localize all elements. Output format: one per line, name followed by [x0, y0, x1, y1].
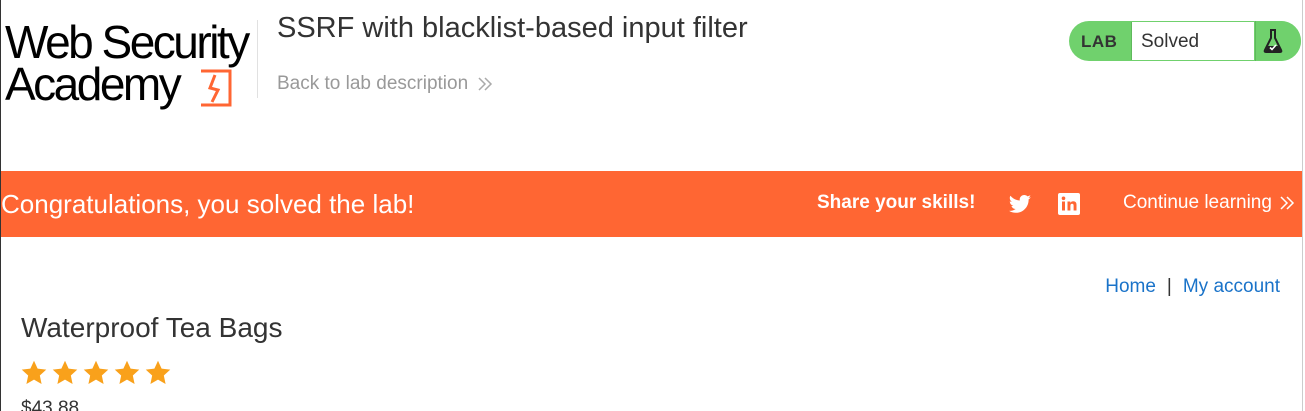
continue-learning-link[interactable]: Continue learning — [1123, 192, 1295, 214]
back-link-label: Back to lab description — [277, 73, 469, 94]
flask-icon — [1263, 29, 1283, 53]
academy-logo[interactable]: Web Security Academy — [5, 16, 251, 110]
lab-title: SSRF with blacklist-based input filter — [277, 12, 748, 44]
double-chevron-right-icon — [478, 77, 493, 91]
top-nav: Home | My account — [1105, 276, 1280, 298]
twitter-icon[interactable] — [1008, 192, 1032, 216]
product-title: Waterproof Tea Bags — [21, 312, 283, 343]
star-icon — [145, 360, 171, 384]
share-skills-label: Share your skills! — [817, 192, 976, 213]
my-account-link[interactable]: My account — [1183, 276, 1280, 297]
lab-status-value: Solved — [1141, 31, 1200, 52]
page: Web Security Academy SSRF with blacklist… — [0, 0, 1305, 411]
linkedin-icon[interactable] — [1057, 192, 1081, 216]
congratulations-message: Congratulations, you solved the lab! — [1, 189, 415, 219]
star-rating — [20, 359, 175, 387]
star-icon — [21, 360, 47, 384]
continue-learning-label: Continue learning — [1123, 192, 1272, 213]
lab-status-value-box: Solved — [1131, 22, 1254, 60]
logo-bolt-icon — [201, 69, 232, 107]
logo-line-2: Academy — [5, 58, 182, 110]
star-icon — [52, 360, 78, 384]
nav-separator: | — [1166, 276, 1172, 297]
star-icon — [114, 360, 140, 384]
star-icon — [83, 360, 109, 384]
product-price: $43.88 — [21, 398, 80, 411]
back-to-lab-description-link[interactable]: Back to lab description — [277, 73, 493, 95]
lab-status-label: LAB — [1081, 32, 1118, 51]
home-link[interactable]: Home — [1105, 276, 1156, 297]
lab-status-widget: LAB Solved — [1069, 21, 1301, 61]
double-chevron-right-icon — [1280, 196, 1295, 210]
solved-banner: Congratulations, you solved the lab! Sha… — [1, 171, 1302, 237]
header-divider — [257, 20, 258, 98]
flask-icon-box — [1255, 21, 1301, 61]
window-edge-right — [1302, 0, 1303, 411]
